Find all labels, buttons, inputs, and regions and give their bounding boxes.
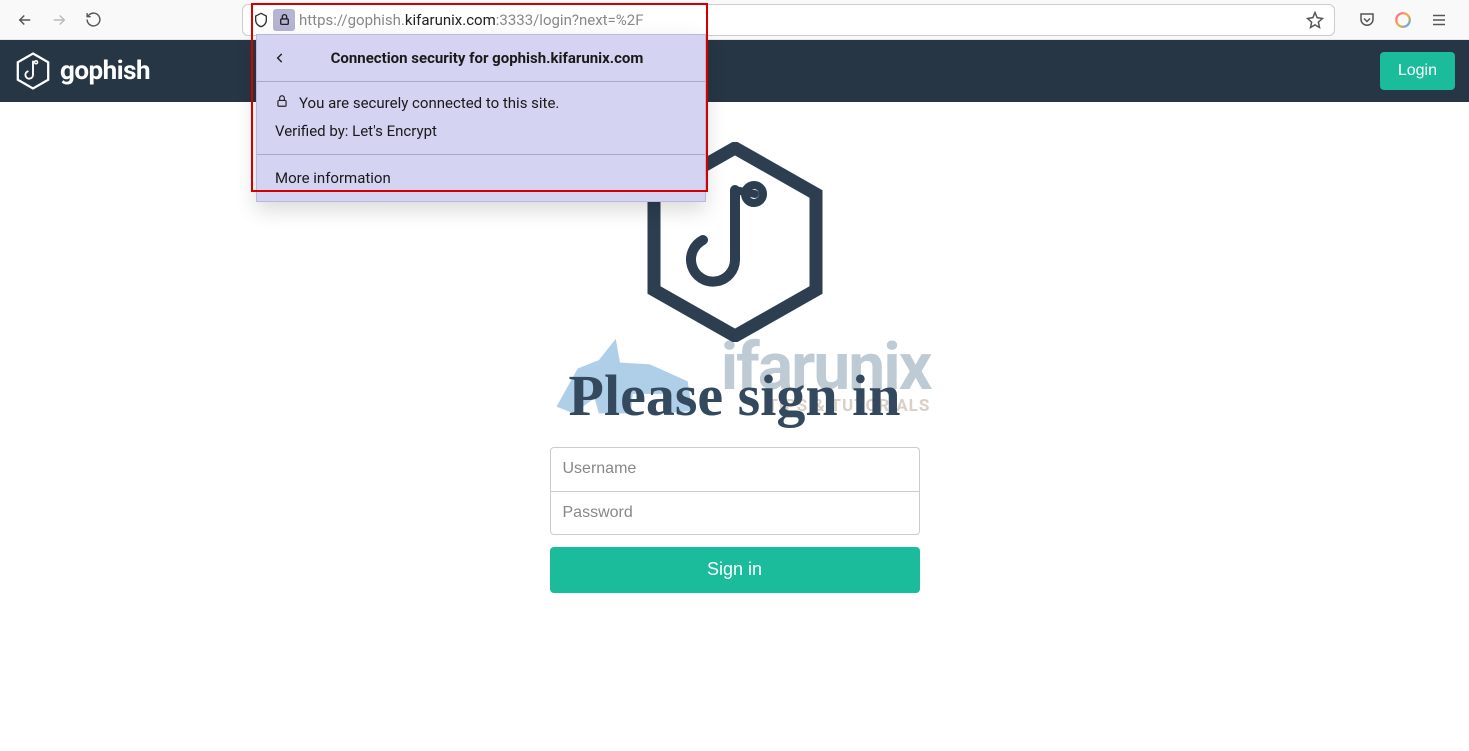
account-icon[interactable] (1389, 6, 1417, 34)
app-navbar: gophish Login (0, 40, 1469, 102)
url-bar[interactable]: https://gophish.kifarunix.com:3333/login… (242, 4, 1335, 36)
main-content: ifarunix TIPS & TUTORIALS Please sign in… (0, 102, 1469, 593)
gophish-logo-icon (14, 52, 52, 90)
verified-by-text: Verified by: Let's Encrypt (275, 122, 437, 140)
connection-security-popup: Connection security for gophish.kifaruni… (256, 34, 706, 202)
pocket-icon[interactable] (1353, 6, 1381, 34)
more-information-link[interactable]: More information (275, 169, 391, 187)
url-text: https://gophish.kifarunix.com:3333/login… (299, 11, 643, 29)
signin-heading: Please sign in (555, 366, 915, 427)
popup-title: Connection security for gophish.kifaruni… (303, 49, 689, 67)
password-input[interactable] (550, 491, 920, 535)
secure-connection-text: You are securely connected to this site. (299, 94, 559, 112)
signin-button[interactable]: Sign in (550, 547, 920, 593)
brand-text: gophish (60, 56, 150, 86)
lock-icon[interactable] (273, 9, 295, 31)
login-form: Sign in (550, 447, 920, 593)
forward-button[interactable] (44, 5, 74, 35)
tracking-shield-icon[interactable] (249, 12, 273, 28)
lock-icon (275, 94, 289, 112)
login-button[interactable]: Login (1380, 52, 1455, 90)
back-button[interactable] (10, 5, 40, 35)
username-input[interactable] (550, 447, 920, 491)
reload-button[interactable] (78, 5, 108, 35)
browser-toolbar: https://gophish.kifarunix.com:3333/login… (0, 0, 1469, 40)
brand[interactable]: gophish (14, 52, 150, 90)
popup-back-button[interactable] (273, 51, 291, 65)
hamburger-menu-icon[interactable] (1425, 6, 1453, 34)
bookmark-star-icon[interactable] (1306, 11, 1328, 29)
toolbar-right-icons (1347, 6, 1459, 34)
